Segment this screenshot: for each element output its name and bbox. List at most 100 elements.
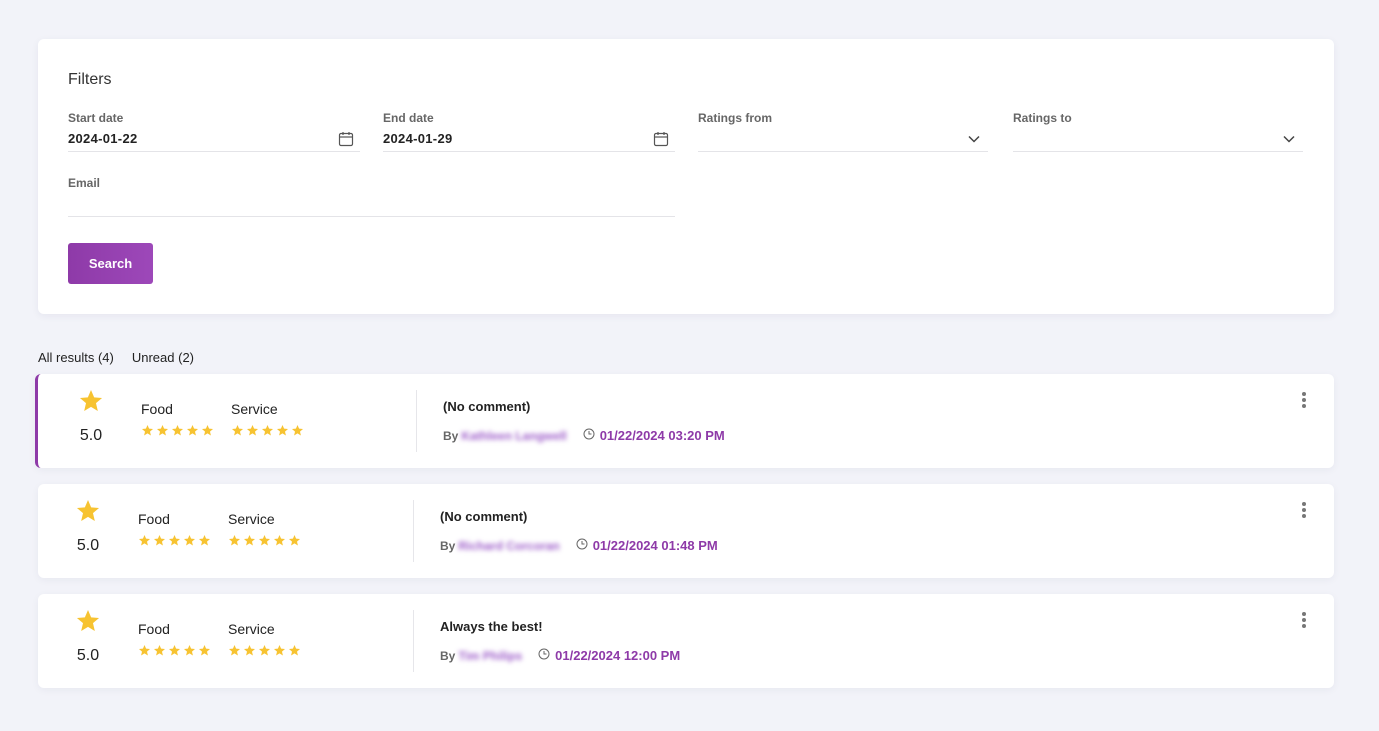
star-icon bbox=[246, 424, 259, 442]
by-label: By bbox=[440, 648, 456, 663]
star-icon bbox=[228, 534, 241, 552]
email-input[interactable] bbox=[68, 191, 675, 217]
clock-icon bbox=[576, 538, 593, 553]
rating-category: Food bbox=[138, 511, 211, 552]
review-meta: By Tim Philips 01/22/2024 12:00 PM bbox=[440, 648, 680, 663]
ratings-from-label: Ratings from bbox=[698, 111, 773, 125]
ratings-from-select[interactable] bbox=[698, 126, 988, 152]
star-icon bbox=[291, 424, 304, 442]
star-icon bbox=[153, 534, 166, 552]
end-date-label: End date bbox=[383, 111, 434, 125]
clock-icon bbox=[538, 648, 555, 663]
rating-stars bbox=[228, 534, 301, 552]
star-icon bbox=[198, 534, 211, 552]
star-icon bbox=[78, 388, 104, 414]
more-vertical-icon[interactable] bbox=[1300, 392, 1308, 408]
star-icon bbox=[288, 534, 301, 552]
search-button[interactable]: Search bbox=[68, 243, 153, 284]
rating-category-label: Service bbox=[231, 401, 278, 417]
author-name: Tim Philips bbox=[458, 648, 523, 663]
start-date-input[interactable]: 2024-01-22 bbox=[68, 126, 360, 152]
review-meta: By Kathleen Langwell 01/22/2024 03:20 PM bbox=[443, 428, 725, 443]
rating-category: Service bbox=[231, 401, 304, 442]
star-icon bbox=[198, 644, 211, 662]
by-label: By bbox=[440, 538, 456, 553]
by-label: By bbox=[443, 428, 459, 443]
chevron-down-icon[interactable] bbox=[1280, 130, 1298, 148]
rating-category-label: Food bbox=[141, 401, 173, 417]
review-card[interactable]: 5.0 Food Service (No comment) By Kathlee… bbox=[35, 374, 1334, 468]
star-icon bbox=[75, 498, 101, 524]
review-datetime: 01/22/2024 12:00 PM bbox=[555, 648, 681, 663]
star-icon bbox=[243, 644, 256, 662]
ratings-to-label: Ratings to bbox=[1013, 111, 1072, 125]
end-date-value: 2024-01-29 bbox=[383, 131, 453, 146]
rating-stars bbox=[138, 534, 211, 552]
tab-all-results[interactable]: All results (4) bbox=[38, 350, 114, 365]
star-icon bbox=[183, 534, 196, 552]
star-icon bbox=[243, 534, 256, 552]
rating-category: Food bbox=[141, 401, 214, 442]
star-icon bbox=[276, 424, 289, 442]
start-date-field: Start date 2024-01-22 bbox=[68, 111, 360, 152]
ratings-to-field: Ratings to bbox=[1013, 111, 1303, 152]
more-vertical-icon[interactable] bbox=[1300, 612, 1308, 628]
star-icon bbox=[168, 644, 181, 662]
more-vertical-icon[interactable] bbox=[1300, 502, 1308, 518]
chevron-down-icon[interactable] bbox=[965, 130, 983, 148]
calendar-icon[interactable] bbox=[652, 130, 670, 148]
ratings-to-select[interactable] bbox=[1013, 126, 1303, 152]
email-label: Email bbox=[68, 176, 101, 190]
email-field: Email bbox=[68, 176, 675, 217]
star-icon bbox=[186, 424, 199, 442]
review-datetime: 01/22/2024 03:20 PM bbox=[599, 428, 725, 443]
rating-category-label: Service bbox=[228, 621, 275, 637]
star-icon bbox=[231, 424, 244, 442]
star-icon bbox=[138, 534, 151, 552]
star-icon bbox=[228, 644, 241, 662]
review-datetime: 01/22/2024 01:48 PM bbox=[592, 538, 718, 553]
rating-category-label: Service bbox=[228, 511, 275, 527]
start-date-label: Start date bbox=[68, 111, 124, 125]
star-icon bbox=[138, 644, 151, 662]
end-date-input[interactable]: 2024-01-29 bbox=[383, 126, 675, 152]
filters-panel: Filters Start date 2024-01-22 End date 2… bbox=[38, 39, 1334, 314]
divider bbox=[413, 610, 414, 672]
star-icon bbox=[273, 534, 286, 552]
divider bbox=[413, 500, 414, 562]
star-icon bbox=[183, 644, 196, 662]
star-icon bbox=[141, 424, 154, 442]
star-icon bbox=[75, 608, 101, 634]
rating-stars bbox=[231, 424, 304, 442]
author-name: Kathleen Langwell bbox=[461, 428, 567, 443]
overall-rating: 5.0 bbox=[76, 537, 100, 554]
overall-rating: 5.0 bbox=[79, 427, 103, 444]
author-name: Richard Corcoran bbox=[458, 538, 560, 553]
calendar-icon[interactable] bbox=[337, 130, 355, 148]
rating-stars bbox=[228, 644, 301, 662]
end-date-field: End date 2024-01-29 bbox=[383, 111, 675, 152]
star-icon bbox=[261, 424, 274, 442]
ratings-from-field: Ratings from bbox=[698, 111, 988, 152]
divider bbox=[416, 390, 417, 452]
review-comment: Always the best! bbox=[440, 619, 543, 634]
tab-unread[interactable]: Unread (2) bbox=[132, 350, 194, 365]
star-icon bbox=[258, 534, 271, 552]
review-comment: (No comment) bbox=[440, 509, 528, 524]
review-card[interactable]: 5.0 Food Service Always the best! By Tim… bbox=[38, 594, 1334, 688]
star-icon bbox=[273, 644, 286, 662]
rating-category-label: Food bbox=[138, 511, 170, 527]
rating-category: Service bbox=[228, 511, 301, 552]
review-card[interactable]: 5.0 Food Service (No comment) By Richard… bbox=[38, 484, 1334, 578]
overall-rating: 5.0 bbox=[76, 647, 100, 664]
review-comment: (No comment) bbox=[443, 399, 531, 414]
results-tabs: All results (4) Unread (2) bbox=[38, 350, 194, 365]
star-icon bbox=[201, 424, 214, 442]
star-icon bbox=[171, 424, 184, 442]
review-meta: By Richard Corcoran 01/22/2024 01:48 PM bbox=[440, 538, 718, 553]
star-icon bbox=[153, 644, 166, 662]
start-date-value: 2024-01-22 bbox=[68, 131, 138, 146]
rating-category-label: Food bbox=[138, 621, 170, 637]
clock-icon bbox=[583, 428, 600, 443]
star-icon bbox=[156, 424, 169, 442]
